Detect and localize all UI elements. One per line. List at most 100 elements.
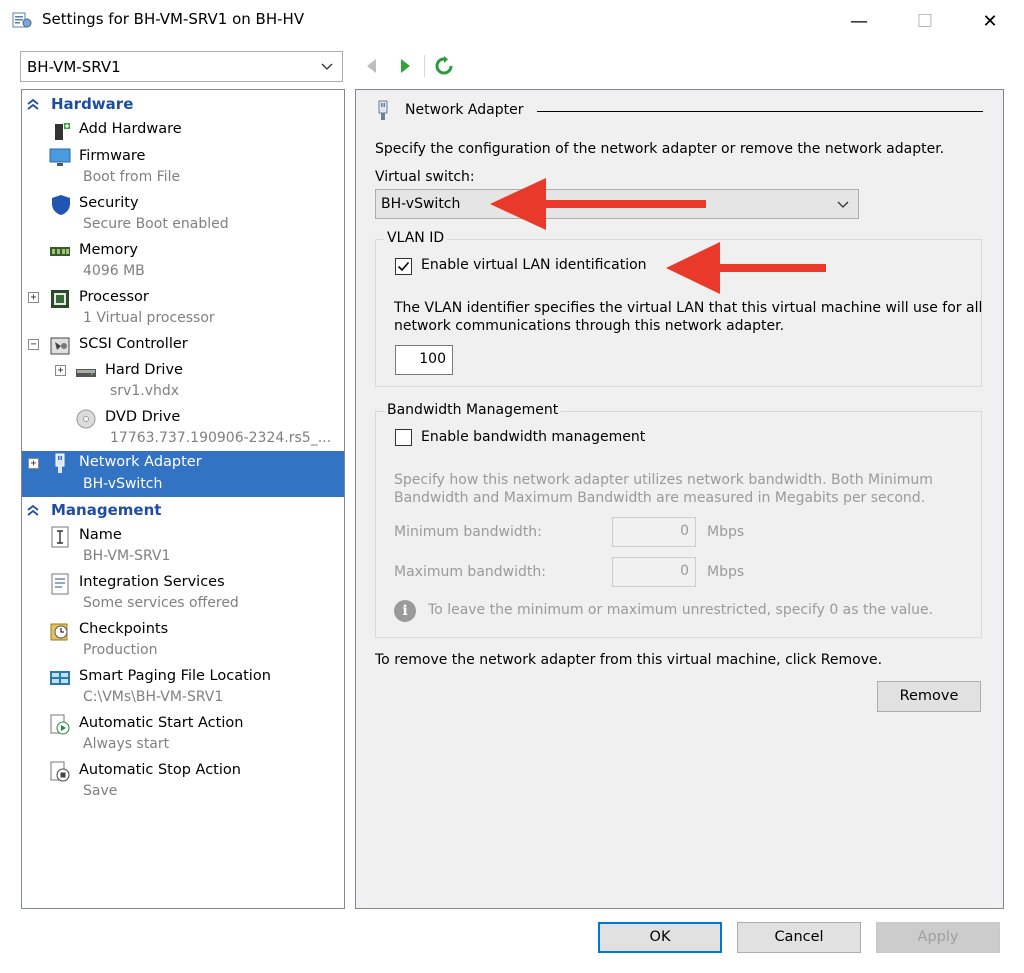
tree-item-label: Smart Paging File Location	[79, 668, 271, 684]
hardware-section-header[interactable]: Hardware	[22, 94, 344, 116]
toolbar-separator	[424, 55, 425, 77]
previous-icon[interactable]	[362, 56, 382, 76]
bandwidth-checkbox[interactable]	[395, 429, 412, 446]
virtual-switch-value: BH-vSwitch	[381, 196, 461, 212]
ok-button[interactable]: OK	[598, 922, 722, 953]
shield-icon	[52, 195, 70, 215]
tree-item-sublabel: Secure Boot enabled	[83, 216, 229, 232]
vm-select[interactable]: BH-VM-SRV1	[20, 51, 343, 82]
collapse-icon[interactable]: −	[28, 339, 39, 350]
tree-item-scsi-controller[interactable]: − SCSI Controller	[22, 333, 344, 357]
bandwidth-group-label: Bandwidth Management	[384, 402, 562, 418]
max-bandwidth-input[interactable]: 0	[612, 557, 696, 587]
tree-item-sublabel: Save	[83, 783, 118, 799]
memory-icon	[50, 247, 70, 256]
tree-item-label: Automatic Start Action	[79, 715, 244, 731]
checkpoints-icon	[50, 623, 68, 641]
annotation-arrow-vlan-checkbox	[666, 242, 826, 294]
maximize-button[interactable]: ☐	[902, 0, 948, 42]
minimize-button[interactable]: —	[836, 0, 882, 42]
tree-item-label: Network Adapter	[79, 454, 202, 470]
vlan-description-line-1: The VLAN identifier specifies the virtua…	[394, 300, 983, 316]
start-action-icon	[50, 714, 70, 735]
tree-item-memory[interactable]: Memory 4096 MB	[22, 239, 344, 283]
management-header-label: Management	[51, 501, 162, 519]
annotation-arrow-virtual-switch	[490, 178, 706, 230]
hardware-header-label: Hardware	[51, 95, 134, 113]
tree-item-automatic-stop-action[interactable]: Automatic Stop Action Save	[22, 759, 344, 803]
tree-item-smart-paging[interactable]: Smart Paging File Location C:\VMs\BH-VM-…	[22, 665, 344, 709]
tree-item-processor[interactable]: + Processor 1 Virtual processor	[22, 286, 344, 330]
tree-item-label: Processor	[79, 289, 149, 305]
remove-instruction-text: To remove the network adapter from this …	[375, 652, 883, 668]
tree-item-checkpoints[interactable]: Checkpoints Production	[22, 618, 344, 662]
collapse-up-icon	[27, 504, 39, 516]
info-icon: i	[394, 600, 416, 622]
tree-item-automatic-start-action[interactable]: Automatic Start Action Always start	[22, 712, 344, 756]
vlan-checkbox-label: Enable virtual LAN identification	[421, 257, 647, 273]
vlan-checkbox[interactable]	[395, 258, 412, 275]
expand-icon[interactable]: +	[55, 365, 66, 376]
tree-item-label: Security	[79, 195, 139, 211]
scsi-controller-icon	[50, 337, 70, 355]
tree-item-label: Name	[79, 527, 122, 543]
tree-item-firmware[interactable]: Firmware Boot from File	[22, 145, 344, 189]
chevron-down-icon	[321, 63, 333, 70]
tree-item-hard-drive[interactable]: + Hard Drive srv1.vhdx	[22, 359, 344, 403]
tree-item-label: Automatic Stop Action	[79, 762, 241, 778]
vlan-description-line-2: network communications through this netw…	[394, 318, 785, 334]
expand-icon[interactable]: +	[28, 292, 39, 303]
hard-drive-icon	[76, 369, 96, 377]
bandwidth-info-text: To leave the minimum or maximum unrestri…	[428, 602, 934, 618]
vlan-group-label: VLAN ID	[384, 230, 448, 246]
tree-item-label: Firmware	[79, 148, 146, 164]
min-bandwidth-unit: Mbps	[707, 524, 745, 540]
tree-item-sublabel: 1 Virtual processor	[83, 310, 215, 326]
close-button[interactable]: ✕	[967, 0, 1013, 42]
apply-button[interactable]: Apply	[876, 922, 1000, 953]
hyperv-settings-icon	[12, 12, 32, 28]
tree-item-network-adapter[interactable]: + Network Adapter BH-vSwitch	[22, 451, 344, 497]
tree-item-integration-services[interactable]: Integration Services Some services offer…	[22, 571, 344, 615]
tree-item-name[interactable]: Name BH-VM-SRV1	[22, 524, 344, 568]
expand-icon[interactable]: +	[28, 458, 39, 469]
stop-action-icon	[50, 761, 70, 782]
title-bar: Settings for BH-VM-SRV1 on BH-HV — ☐ ✕	[0, 0, 1024, 42]
bandwidth-description-line-1: Specify how this network adapter utilize…	[394, 472, 933, 488]
tree-item-sublabel: 4096 MB	[83, 263, 145, 279]
section-title: Network Adapter	[405, 102, 524, 118]
network-adapter-icon	[378, 100, 388, 120]
bandwidth-checkbox-label: Enable bandwidth management	[421, 429, 646, 445]
cancel-button[interactable]: Cancel	[737, 922, 861, 953]
smart-paging-icon	[50, 671, 70, 685]
tree-item-dvd-drive[interactable]: DVD Drive 17763.737.190906-2324.rs5_...	[22, 406, 344, 450]
management-section-header[interactable]: Management	[22, 500, 344, 522]
tree-item-label: Add Hardware	[79, 121, 182, 137]
tree-item-sublabel: Some services offered	[83, 595, 239, 611]
tree-item-label: Integration Services	[79, 574, 225, 590]
tree-item-sublabel: 17763.737.190906-2324.rs5_...	[110, 430, 332, 446]
tree-item-sublabel: BH-VM-SRV1	[83, 548, 171, 564]
tree-item-add-hardware[interactable]: Add Hardware	[22, 118, 344, 142]
integration-services-icon	[51, 573, 69, 595]
min-bandwidth-label: Minimum bandwidth:	[394, 524, 542, 540]
chevron-down-icon	[837, 201, 849, 208]
min-bandwidth-input[interactable]: 0	[612, 517, 696, 547]
virtual-switch-label: Virtual switch:	[375, 169, 475, 185]
tree-item-security[interactable]: Security Secure Boot enabled	[22, 192, 344, 236]
remove-button[interactable]: Remove	[877, 681, 981, 712]
add-hardware-icon	[55, 123, 70, 140]
dvd-icon	[76, 409, 96, 429]
vlan-id-input[interactable]: 100	[395, 345, 453, 375]
collapse-up-icon	[27, 98, 39, 110]
max-bandwidth-label: Maximum bandwidth:	[394, 564, 546, 580]
tree-item-sublabel: srv1.vhdx	[110, 383, 180, 399]
tree-item-label: SCSI Controller	[79, 336, 188, 352]
tree-item-sublabel: Always start	[83, 736, 170, 752]
settings-tree: Hardware Add Hardware Firmware Boot from…	[21, 89, 345, 909]
refresh-icon[interactable]	[434, 56, 454, 76]
window-title: Settings for BH-VM-SRV1 on BH-HV	[42, 10, 305, 28]
monitor-icon	[49, 148, 71, 166]
next-icon[interactable]	[395, 56, 415, 76]
tree-item-sublabel: C:\VMs\BH-VM-SRV1	[83, 689, 224, 705]
